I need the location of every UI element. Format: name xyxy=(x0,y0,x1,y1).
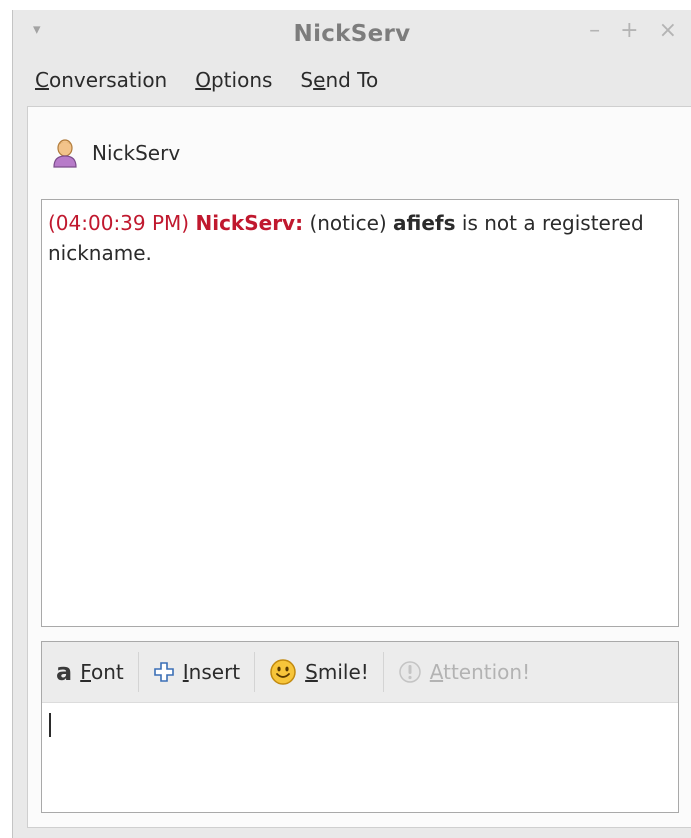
menu-send-to-prefix: S xyxy=(300,68,314,92)
menu-send-to-mnemonic: e xyxy=(313,68,326,92)
insert-label-rest: nsert xyxy=(188,660,241,684)
window-menu-icon[interactable]: ▾ xyxy=(33,20,41,38)
menu-conversation[interactable]: Conversation xyxy=(35,68,167,92)
attention-button[interactable]: Attention! xyxy=(384,652,544,692)
font-mnemonic: F xyxy=(80,660,91,684)
window-controls: – + × xyxy=(589,18,677,43)
menu-send-to-label: nd To xyxy=(325,68,379,92)
attention-mnemonic: A xyxy=(429,660,444,684)
menu-bar: Conversation Options Send To xyxy=(13,58,691,102)
insert-plus-icon xyxy=(153,661,175,683)
attention-label-rest: ttention! xyxy=(443,660,531,684)
user-icon xyxy=(52,138,78,168)
format-toolbar: a Font Insert Smile! Attention! xyxy=(42,642,678,703)
text-caret xyxy=(49,713,51,737)
compose-area: a Font Insert Smile! Attention! xyxy=(41,641,679,813)
conversation-pane: NickServ (04:00:39 PM) NickServ: (notice… xyxy=(27,106,691,828)
close-icon[interactable]: × xyxy=(659,18,677,43)
font-button[interactable]: a Font xyxy=(42,652,139,692)
insert-label: Insert xyxy=(183,660,240,684)
window-title: NickServ xyxy=(293,21,411,47)
menu-send-to[interactable]: Send To xyxy=(300,68,378,92)
attention-label: Attention! xyxy=(430,660,530,684)
menu-conversation-mnemonic: C xyxy=(35,68,49,92)
minimize-icon[interactable]: – xyxy=(589,18,600,43)
insert-button[interactable]: Insert xyxy=(139,652,256,692)
conversation-header: NickServ xyxy=(28,107,691,199)
font-icon: a xyxy=(56,658,73,686)
message-sender: NickServ: xyxy=(195,211,304,235)
message-prefix: (notice) xyxy=(309,211,387,235)
message-nick: afiefs xyxy=(393,211,456,235)
menu-options-mnemonic: O xyxy=(195,68,211,92)
menu-conversation-label: onversation xyxy=(48,68,168,92)
message-input[interactable] xyxy=(42,703,678,813)
menu-options-label: ptions xyxy=(210,68,273,92)
message-log[interactable]: (04:00:39 PM) NickServ: (notice) afiefs … xyxy=(41,199,679,627)
attention-icon xyxy=(398,660,422,684)
font-label-rest: ont xyxy=(91,660,124,684)
smile-label: Smile! xyxy=(305,660,369,684)
smile-mnemonic: S xyxy=(305,660,318,684)
title-bar[interactable]: ▾ NickServ – + × xyxy=(13,10,691,58)
maximize-icon[interactable]: + xyxy=(620,18,638,43)
menu-options[interactable]: Options xyxy=(195,68,272,92)
message-timestamp: (04:00:39 PM) xyxy=(48,211,190,235)
smile-label-rest: mile! xyxy=(317,660,369,684)
smiley-icon xyxy=(269,658,297,686)
buddy-name: NickServ xyxy=(92,141,181,165)
font-label: Font xyxy=(80,660,124,684)
conversation-window: ▾ NickServ – + × Conversation Options Se… xyxy=(12,10,691,838)
smile-button[interactable]: Smile! xyxy=(255,652,384,692)
